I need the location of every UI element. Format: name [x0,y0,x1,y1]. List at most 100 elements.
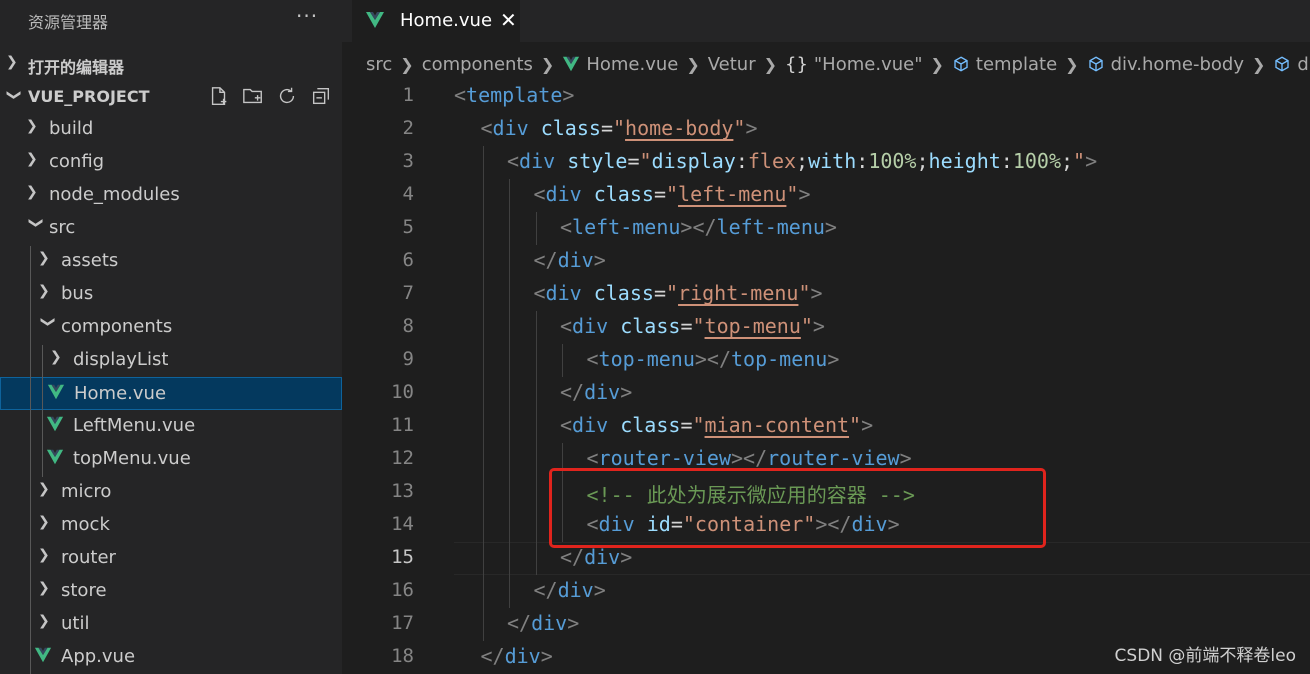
code-line[interactable]: 1 <template> [342,80,1310,113]
line-number: 17 [391,612,414,634]
code-line[interactable]: 3 <div style="display:flex;with:100%;heig… [342,146,1310,179]
tree-item[interactable]: ❯ build [0,113,342,146]
indent-guide [509,212,510,245]
project-section[interactable]: ❯ VUE_PROJECT [0,81,342,113]
code-token: > [812,314,825,338]
tree-item[interactable]: ❯ components [0,311,342,344]
close-icon[interactable]: ✕ [500,8,517,32]
indent-guide [535,410,537,443]
code-token: class [540,116,601,140]
tree-item[interactable]: ❯ node_modules [0,179,342,212]
cube-icon [1275,56,1290,72]
breadcrumb-home-body[interactable]: div.home-body [1111,54,1244,75]
code-line[interactable]: 9 <top-menu></top-menu> [342,344,1310,377]
code-line[interactable]: 5 <left-menu></left-menu> [342,212,1310,245]
breadcrumb-vetur[interactable]: Vetur [708,54,756,75]
code-token: " [665,281,679,305]
refresh-icon[interactable] [276,85,298,107]
breadcrumb-div[interactable]: div [1297,54,1310,75]
tree-item[interactable]: topMenu.vue [0,443,342,476]
breadcrumb-file[interactable]: Home.vue [586,54,678,75]
code-token: = [600,116,613,140]
more-actions-icon[interactable]: ··· [296,4,318,28]
indent-guide [509,179,510,212]
code-token: ></ [731,446,768,470]
code-line[interactable]: 16 </div> [342,575,1310,608]
tree-item[interactable]: LeftMenu.vue [0,410,342,443]
tree-item[interactable]: App.vue [0,641,342,674]
vue-file-icon [366,12,384,28]
collapse-all-icon[interactable] [310,85,332,107]
chevron-right-icon: ❯ [38,613,50,629]
code-line[interactable]: 7 <div class="right-menu"> [342,278,1310,311]
tree-item[interactable]: ❯ mock [0,509,342,542]
code-token: > [567,611,580,635]
code-token: < [533,182,546,206]
code-token: router-view [767,446,900,470]
code-line[interactable]: 2 <div class="home-body"> [342,113,1310,146]
code-token: with [808,149,857,173]
code-token: " [1073,149,1086,173]
line-number: 7 [402,282,414,304]
tree-item-label: assets [61,250,119,271]
tree-item[interactable]: ❯ src [0,212,342,245]
code-line[interactable]: 17 </div> [342,608,1310,641]
tree-item[interactable]: ❯ bus [0,278,342,311]
line-number: 11 [391,414,414,436]
indent-guide [482,278,484,311]
code-token: 100% [868,149,917,173]
code-token: </ [533,578,558,602]
code-line[interactable]: 8 <div class="top-menu"> [342,311,1310,344]
vue-file-icon [46,449,64,465]
tree-item[interactable]: ❯ micro [0,476,342,509]
code-text: <template> [454,83,574,107]
code-text: <router-view></router-view> [587,446,912,470]
indent-guide [509,245,510,278]
code-token: class [593,182,654,206]
code-token: ; [796,149,809,173]
code-token: > [861,413,874,437]
code-token: < [533,281,546,305]
tree-item[interactable]: ❯ store [0,575,342,608]
indent-guide [482,212,484,245]
code-token: style [567,149,628,173]
highlight-box [549,468,1046,548]
code-token: " [800,314,813,338]
breadcrumb-template[interactable]: template [976,54,1057,75]
tree-item[interactable]: ❯ assets [0,245,342,278]
breadcrumb-components[interactable]: components [422,54,533,75]
code-line[interactable]: 10 </div> [342,377,1310,410]
code-token: < [586,347,599,371]
code-line[interactable]: 6 </div> [342,245,1310,278]
code-token: > [798,182,811,206]
breadcrumb-quoted-file[interactable]: "Home.vue" [814,54,923,75]
open-editors-section[interactable]: ❯ 打开的编辑器 [0,48,342,80]
indent-guide [509,278,510,311]
new-file-icon[interactable] [208,85,230,107]
code-token: > [745,116,758,140]
code-text: <div style="display:flex;with:100%;heigh… [507,149,1097,173]
line-number: 12 [391,447,414,469]
line-number: 3 [402,150,414,172]
tree-item[interactable]: ❯ displayList [0,344,342,377]
chevron-right-icon: ❯ [6,54,18,70]
code-token: " [639,149,652,173]
code-token: home-body [625,116,734,140]
chevron-right-icon: ❯ [540,54,555,74]
indent-guide [509,344,510,377]
tree-item[interactable]: Home.vue [0,377,342,410]
tree-item[interactable]: ❯ util [0,608,342,641]
code-token: left-menu [572,215,681,239]
code-token: > [593,578,606,602]
code-line[interactable]: 4 <div class="left-menu"> [342,179,1310,212]
tree-item[interactable]: ❯ config [0,146,342,179]
breadcrumb-src[interactable]: src [366,54,392,75]
code-line[interactable]: 11 <div class="mian-content"> [342,410,1310,443]
tab-home-vue[interactable]: Home.vue ✕ [352,0,520,42]
new-folder-icon[interactable] [242,85,264,107]
code-token: < [507,149,520,173]
tree-item[interactable]: ❯ router [0,542,342,575]
code-token: " [692,314,705,338]
indent-guide [509,476,510,509]
